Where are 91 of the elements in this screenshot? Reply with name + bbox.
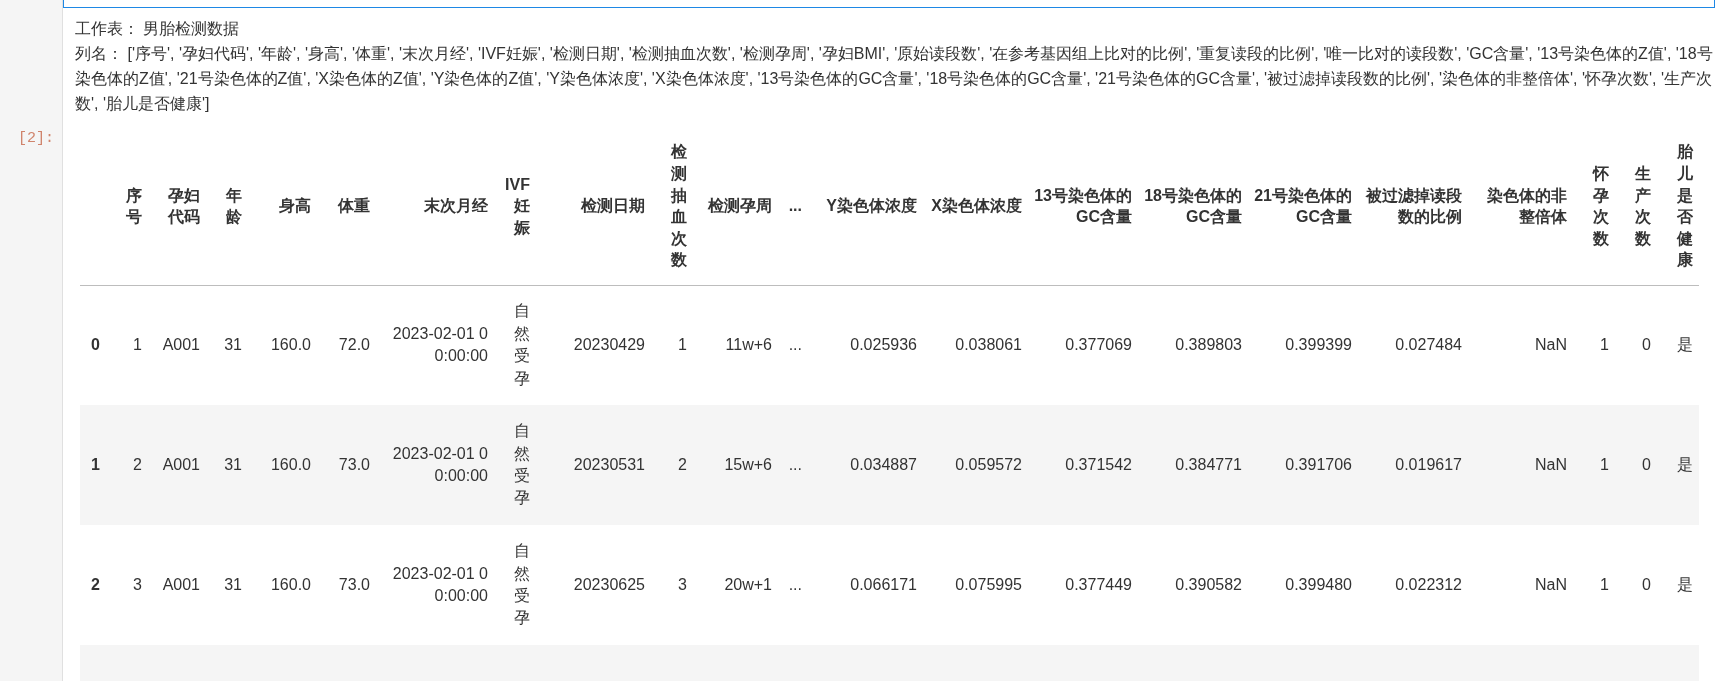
table-cell: 73.0 (317, 405, 376, 525)
input-cell[interactable] (63, 0, 1715, 8)
table-cell: 0.019617 (1358, 405, 1468, 525)
table-cell: 是 (1657, 405, 1699, 525)
column-header: IVF妊娠 (494, 128, 536, 285)
table-cell: 是 (1657, 285, 1699, 405)
table-cell: 1 (1573, 285, 1615, 405)
column-header: 怀孕次数 (1573, 128, 1615, 285)
table-cell: 160.0 (248, 525, 317, 645)
table-cell: NaN (1468, 405, 1573, 525)
table-cell: 11w+6 (693, 285, 778, 405)
table-cell: 72.0 (317, 285, 376, 405)
table-cell: 2023-02-01 00:00:00 (376, 405, 494, 525)
table-cell: 0 (1615, 405, 1657, 525)
table-cell: 0.384771 (1138, 405, 1248, 525)
table-cell: 0.390582 (1138, 525, 1248, 645)
table-cell: 20w+1 (693, 525, 778, 645)
table-cell: 3 (106, 525, 148, 645)
cell-prompt: [2]: (17, 129, 55, 149)
table-cell: 0.066171 (808, 525, 923, 645)
table-cell: 0.027484 (1358, 285, 1468, 405)
sheet-name-text: 工作表： 男胎检测数据 (75, 19, 241, 39)
table-cell: 0.034887 (808, 405, 923, 525)
column-header: X染色体浓度 (923, 128, 1028, 285)
table-cell: 是 (1657, 525, 1699, 645)
table-cell: 3 (651, 525, 693, 645)
column-header: 检测抽血次数 (651, 128, 693, 285)
table-cell: 160.0 (248, 405, 317, 525)
table-cell: 73.0 (317, 525, 376, 645)
table-cell: 0.377449 (1028, 525, 1138, 645)
table-cell: 20230531 (536, 405, 651, 525)
table-cell: 2 (651, 405, 693, 525)
table-cell: 2 (106, 405, 148, 525)
table-cell: 0.075995 (923, 525, 1028, 645)
table-cell: 1 (1573, 405, 1615, 525)
table-cell: 20230625 (536, 525, 651, 645)
table-cell: 0.399480 (1248, 525, 1358, 645)
table-cell: 0.038061 (923, 285, 1028, 405)
row-index: 2 (80, 525, 106, 645)
table-cell: 2023-02-01 00:00:00 (376, 525, 494, 645)
column-header: 18号染色体的GC含量 (1138, 128, 1248, 285)
table-cell: NaN (1468, 525, 1573, 645)
column-header: ... (778, 128, 808, 285)
column-names-text: 列名： ['序号', '孕妇代码', '年龄', '身高', '体重', '末次月经', 'IVF妊娠', '检测日期', '检测抽血次数', '检测孕周', '孕妇BMI', '原始读段数', '在参考基因组上比对的比例', '重复读段的比例', '唯一比对的读段数', 'GC含量', '13号染色体的Z值', '18号染色体的Z值', '21号染色体的Z值', 'X染色体的Z值', 'Y染色体的Z值', 'Y染色体浓度', 'X染色体浓度', '13号染色体的GC含量', '18号染色体的GC含量', '21号染色体的GC含量', '被过滤掉读段数的比例', '染色体的非整倍体', '怀孕次数', '生产次数', '胎儿是否健康'] (75, 44, 1714, 114)
table-cell: 自然受孕 (494, 525, 536, 645)
table-cell: NaN (1468, 285, 1573, 405)
table-cell: 0.377069 (1028, 285, 1138, 405)
column-header: 检测孕周 (693, 128, 778, 285)
table-cell: 20230429 (536, 285, 651, 405)
table-cell: 0 (1615, 525, 1657, 645)
table-cell: 0.399399 (1248, 285, 1358, 405)
column-header: 生产次数 (1615, 128, 1657, 285)
table-cell: 0 (1615, 285, 1657, 405)
table-cell: 1 (1573, 525, 1615, 645)
column-header: Y染色体浓度 (808, 128, 923, 285)
column-header: 年龄 (206, 128, 248, 285)
column-header: 身高 (248, 128, 317, 285)
table-cell: 1 (651, 285, 693, 405)
table-cell: 2023-02-01 00:00:00 (376, 285, 494, 405)
column-header: 21号染色体的GC含量 (1248, 128, 1358, 285)
table-cell: 31 (206, 525, 248, 645)
table-cell: ... (778, 285, 808, 405)
table-cell: 15w+6 (693, 405, 778, 525)
column-header: 序号 (106, 128, 148, 285)
table-cell: 31 (206, 405, 248, 525)
table-cell: 自然受孕 (494, 285, 536, 405)
table-cell: 0.059572 (923, 405, 1028, 525)
table-cell: A001 (148, 525, 206, 645)
column-header: 检测日期 (536, 128, 651, 285)
table-cell: 0.022312 (1358, 525, 1468, 645)
table-cell: 自然受孕 (494, 405, 536, 525)
table-cell: 1 (106, 285, 148, 405)
table-cell: 0.371542 (1028, 405, 1138, 525)
table-cell: 160.0 (248, 285, 317, 405)
column-header: 末次月经 (376, 128, 494, 285)
table-cell: A001 (148, 405, 206, 525)
column-header: 孕妇代码 (148, 128, 206, 285)
column-header: 13号染色体的GC含量 (1028, 128, 1138, 285)
table-cell: ... (778, 525, 808, 645)
table-cell: 0.025936 (808, 285, 923, 405)
column-header: 染色体的非整倍体 (1468, 128, 1573, 285)
table-cell: 0.391706 (1248, 405, 1358, 525)
row-index: 1 (80, 405, 106, 525)
row-index: 0 (80, 285, 106, 405)
table-cell: 0.389803 (1138, 285, 1248, 405)
column-header: 被过滤掉读段数的比例 (1358, 128, 1468, 285)
table-cell: 31 (206, 285, 248, 405)
table-cell: A001 (148, 285, 206, 405)
column-header: 胎儿是否健康 (1657, 128, 1699, 285)
table-cell: ... (778, 405, 808, 525)
column-header: 体重 (317, 128, 376, 285)
